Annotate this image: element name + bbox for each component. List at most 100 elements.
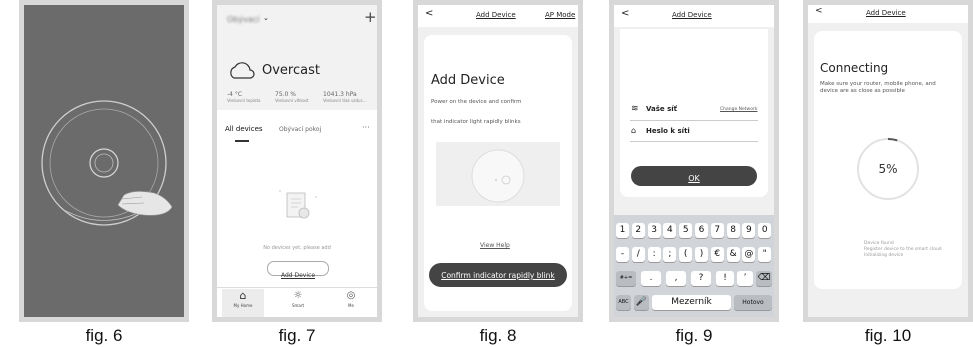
stat-label: Venkovní teplota <box>227 98 261 103</box>
ok-button-label: OK <box>688 174 700 183</box>
keyboard-key[interactable]: ’ <box>737 271 753 286</box>
figure-7-caption: fig. 7 <box>278 326 316 345</box>
keyboard-key[interactable]: : <box>647 247 661 262</box>
device-illustration <box>436 142 560 206</box>
back-button[interactable]: < <box>815 6 823 16</box>
nav-me[interactable]: ◎ Me <box>330 289 372 317</box>
keyboard-key[interactable]: 8 <box>726 223 740 238</box>
keyboard-key[interactable]: 5 <box>679 223 693 238</box>
wifi-card: ≋ Vaše síť Change Network ⌂ Heslo k síti… <box>620 29 768 197</box>
header-title: Add Device <box>672 11 712 19</box>
top-bar: < Add Device <box>808 5 968 23</box>
ok-button[interactable]: OK <box>631 166 757 186</box>
nav-my-home[interactable]: ⌂ My Home <box>222 289 264 317</box>
add-icon[interactable]: + <box>364 8 377 26</box>
back-button[interactable]: < <box>425 8 433 19</box>
figure-6-panel <box>19 0 189 322</box>
keyboard-key[interactable]: 7 <box>710 223 724 238</box>
keyboard-key[interactable]: ! <box>716 271 734 286</box>
keyboard-key[interactable]: 🎤 <box>634 295 649 310</box>
robot-vacuum-illustration <box>41 100 173 226</box>
keyboard-key[interactable]: 0 <box>758 223 772 238</box>
weather-stat-humidity: 75.0 % Venkovní vlhkost <box>275 91 309 103</box>
keyboard-key[interactable]: € <box>710 247 724 262</box>
keyboard-key[interactable]: 6 <box>695 223 708 238</box>
confirm-button-label: Confirm indicator rapidly blink <box>441 271 555 280</box>
wifi-setup-screen: < Add Device ≋ Vaše síť Change Network ⌂… <box>614 5 774 317</box>
add-device-screen: < Add Device AP Mode Add Device Power on… <box>418 5 578 317</box>
home-name[interactable]: Obývací <box>227 15 259 24</box>
user-icon: ◎ <box>346 290 356 301</box>
figure-10-caption: fig. 10 <box>864 326 912 345</box>
connecting-title: Connecting <box>820 61 889 75</box>
keyboard-key[interactable]: 9 <box>742 223 756 238</box>
progress-text: 5% <box>878 162 898 176</box>
keyboard-key[interactable]: ⌫ <box>756 271 772 286</box>
keyboard-key[interactable]: " <box>758 247 772 262</box>
keyboard-key[interactable]: / <box>631 247 645 262</box>
back-button[interactable]: < <box>621 8 629 19</box>
figure-8-panel: < Add Device AP Mode Add Device Power on… <box>413 0 583 322</box>
view-help-link[interactable]: View Help <box>480 242 510 249</box>
stat-value: 1041.3 hPa <box>323 91 357 98</box>
figure-10-panel: < Add Device Connecting Make sure your r… <box>803 0 973 322</box>
keyboard-key[interactable]: & <box>726 247 740 262</box>
keyboard-key[interactable]: 3 <box>647 223 661 238</box>
empty-state-text: No devices yet, please add <box>263 245 331 251</box>
top-bar: < Add Device <box>614 5 774 27</box>
keyboard-key[interactable]: ABC <box>616 295 631 310</box>
keyboard-key[interactable]: ; <box>663 247 677 262</box>
keyboard-key[interactable]: ) <box>695 247 708 262</box>
figure-7-panel: Obývací ⌄ + Overcast -4 °C Venkovní tepl… <box>212 0 382 322</box>
more-icon[interactable]: ··· <box>362 123 370 132</box>
keyboard-key[interactable]: 4 <box>663 223 677 238</box>
tab-room[interactable]: Obývací pokoj <box>279 126 321 133</box>
stat-label: Venkovní vlhkost <box>275 98 309 103</box>
keyboard-key[interactable]: Mezerník <box>652 295 731 310</box>
nav-label: Smart <box>291 303 305 308</box>
nav-smart[interactable]: ☼ Smart <box>277 289 319 317</box>
confirm-button[interactable]: Confirm indicator rapidly blink <box>429 263 567 287</box>
device-light-icon <box>471 149 525 203</box>
header-title: Add Device <box>476 11 516 19</box>
keyboard-key[interactable]: #+= <box>616 271 636 286</box>
keyboard-key[interactable]: ? <box>691 271 711 286</box>
nav-label: My Home <box>233 303 253 308</box>
figure-8-caption: fig. 8 <box>479 326 517 345</box>
keyboard-key[interactable]: . <box>641 271 661 286</box>
password-field[interactable]: Heslo k síti <box>646 127 690 135</box>
connecting-subtitle: Make sure your router, mobile phone, and… <box>820 81 936 94</box>
top-bar: < Add Device AP Mode <box>418 5 578 27</box>
stat-value: 75.0 % <box>275 91 296 98</box>
instruction-line-2: that indicator light rapidly blinks <box>431 119 521 125</box>
keyboard-key[interactable]: , <box>666 271 686 286</box>
add-device-button-label: Add Device <box>280 272 316 279</box>
chevron-down-icon[interactable]: ⌄ <box>263 14 269 22</box>
sun-icon: ☼ <box>293 290 303 301</box>
weather-stat-pressure: 1041.3 hPa Venkovní tlak vzduc... <box>323 91 367 103</box>
keyboard-key[interactable]: - <box>616 247 629 262</box>
home-screen: Obývací ⌄ + Overcast -4 °C Venkovní tepl… <box>217 5 377 317</box>
instruction-line-1: Power on the device and confirm <box>431 99 522 105</box>
status-line: Initializing device <box>864 253 904 258</box>
header-title: Add Device <box>866 9 906 17</box>
weather-stat-temp: -4 °C Venkovní teplota <box>227 91 260 103</box>
status-line: Device found <box>864 241 894 246</box>
keyboard-key[interactable]: 1 <box>616 223 629 238</box>
keyboard-key[interactable]: Hotovo <box>734 295 772 310</box>
wifi-name: Vaše síť <box>646 105 678 113</box>
nav-label: Me <box>348 303 354 308</box>
connecting-card: Connecting Make sure your router, mobile… <box>814 31 962 289</box>
change-network-link[interactable]: Change Network <box>720 107 757 112</box>
keyboard-key[interactable]: @ <box>742 247 756 262</box>
status-line: Register device to the smart cloud <box>864 247 942 252</box>
wifi-icon: ≋ <box>631 104 639 114</box>
robot-illustration-screen <box>24 5 184 317</box>
stat-label: Venkovní tlak vzduc... <box>323 98 367 103</box>
keyboard-key[interactable]: 2 <box>631 223 645 238</box>
keyboard-key[interactable]: ( <box>679 247 693 262</box>
card-title: Add Device <box>431 73 505 88</box>
add-device-button[interactable]: Add Device <box>267 261 329 279</box>
ap-mode-link[interactable]: AP Mode <box>545 11 575 19</box>
tab-all-devices[interactable]: All devices <box>225 125 263 133</box>
